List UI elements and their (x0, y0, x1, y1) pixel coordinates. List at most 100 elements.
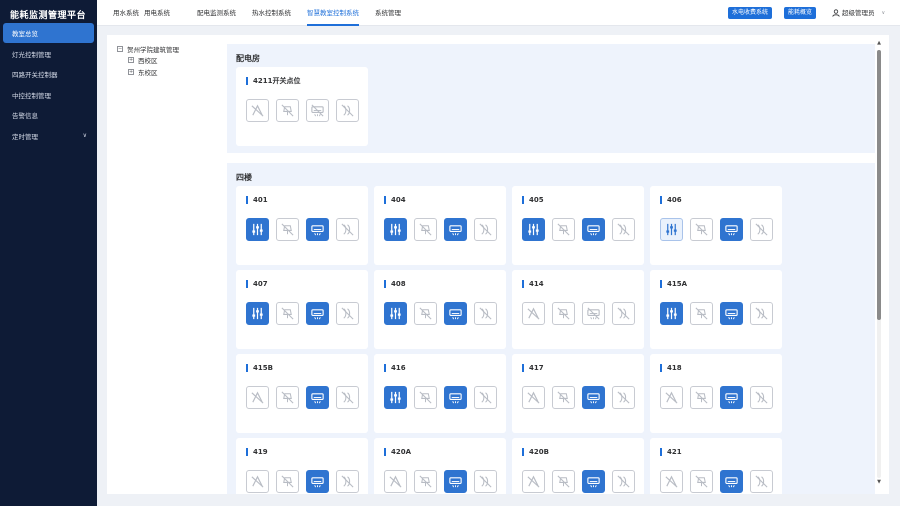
collapse-icon[interactable]: − (117, 45, 123, 52)
room-card[interactable]: 408 (374, 270, 506, 349)
dimmer-icon[interactable] (384, 302, 407, 325)
scroll-down-icon[interactable]: ▼ (875, 479, 883, 485)
dimmer-icon[interactable] (660, 218, 683, 241)
sidebar-item[interactable]: 定时管理 ∨ (3, 126, 94, 146)
tree-node-west[interactable]: + 西校区 (117, 55, 179, 67)
dimmer-icon[interactable] (522, 218, 545, 241)
lamp-off-icon[interactable] (552, 218, 575, 241)
fan-off-icon[interactable] (336, 218, 359, 241)
energy-overview-button[interactable]: 能耗概览 (784, 7, 817, 19)
dimmer-icon[interactable] (384, 470, 407, 493)
air-conditioner-icon[interactable] (582, 218, 605, 241)
air-conditioner-icon[interactable] (444, 302, 467, 325)
room-card[interactable]: 414 (512, 270, 644, 349)
lamp-off-icon[interactable] (552, 302, 575, 325)
lamp-off-icon[interactable] (552, 470, 575, 493)
room-card[interactable]: 406 (650, 186, 782, 265)
fan-off-icon[interactable] (750, 386, 773, 409)
dimmer-icon[interactable] (660, 386, 683, 409)
dimmer-icon[interactable] (246, 218, 269, 241)
lamp-off-icon[interactable] (276, 99, 299, 122)
lamp-off-icon[interactable] (276, 218, 299, 241)
fan-off-icon[interactable] (474, 470, 497, 493)
air-conditioner-icon[interactable] (720, 470, 743, 493)
lamp-off-icon[interactable] (414, 470, 437, 493)
lamp-off-icon[interactable] (276, 386, 299, 409)
air-conditioner-icon[interactable] (720, 302, 743, 325)
lamp-off-icon[interactable] (276, 302, 299, 325)
fan-off-icon[interactable] (750, 302, 773, 325)
dimmer-icon[interactable] (384, 218, 407, 241)
room-card[interactable]: 407 (236, 270, 368, 349)
room-card[interactable]: 404 (374, 186, 506, 265)
nav-tab[interactable]: 智慧教室控制系统 (307, 0, 359, 26)
room-card[interactable]: 401 (236, 186, 368, 265)
sidebar-item[interactable]: 告警信息 (3, 105, 94, 125)
dimmer-icon[interactable] (522, 302, 545, 325)
fan-off-icon[interactable] (612, 302, 635, 325)
air-conditioner-icon[interactable] (582, 386, 605, 409)
room-card[interactable]: 416 (374, 354, 506, 433)
air-conditioner-icon[interactable] (306, 386, 329, 409)
dimmer-icon[interactable] (246, 302, 269, 325)
room-card[interactable]: 420B (512, 438, 644, 494)
sidebar-item[interactable]: 灯光控制管理 (3, 44, 94, 64)
room-card[interactable]: 4211开关点位 (236, 67, 368, 146)
fan-off-icon[interactable] (474, 218, 497, 241)
lamp-off-icon[interactable] (414, 386, 437, 409)
lamp-off-icon[interactable] (414, 302, 437, 325)
fan-off-icon[interactable] (474, 302, 497, 325)
lamp-off-icon[interactable] (690, 218, 713, 241)
dimmer-icon[interactable] (522, 386, 545, 409)
dimmer-icon[interactable] (660, 302, 683, 325)
lamp-off-icon[interactable] (276, 470, 299, 493)
fan-off-icon[interactable] (336, 470, 359, 493)
air-conditioner-icon[interactable] (582, 302, 605, 325)
lamp-off-icon[interactable] (414, 218, 437, 241)
room-card[interactable]: 417 (512, 354, 644, 433)
scroll-thumb[interactable] (877, 50, 881, 320)
air-conditioner-icon[interactable] (306, 302, 329, 325)
scrollbar[interactable]: ▲ ▼ (875, 35, 883, 494)
air-conditioner-icon[interactable] (582, 470, 605, 493)
fan-off-icon[interactable] (612, 470, 635, 493)
nav-tab[interactable]: 配电监测系统 (197, 0, 236, 26)
room-card[interactable]: 405 (512, 186, 644, 265)
dimmer-icon[interactable] (522, 470, 545, 493)
dimmer-icon[interactable] (246, 470, 269, 493)
nav-tab[interactable]: 用电系统 (144, 0, 170, 26)
sidebar-item[interactable]: 中控控制管理 (3, 85, 94, 105)
air-conditioner-icon[interactable] (306, 99, 329, 122)
air-conditioner-icon[interactable] (306, 470, 329, 493)
room-card[interactable]: 418 (650, 354, 782, 433)
air-conditioner-icon[interactable] (444, 218, 467, 241)
tree-node-east[interactable]: + 东校区 (117, 66, 179, 78)
nav-tab[interactable]: 用水系统 (113, 0, 139, 26)
air-conditioner-icon[interactable] (306, 218, 329, 241)
fan-off-icon[interactable] (336, 386, 359, 409)
fan-off-icon[interactable] (612, 386, 635, 409)
dimmer-icon[interactable] (384, 386, 407, 409)
fan-off-icon[interactable] (750, 470, 773, 493)
fan-off-icon[interactable] (336, 302, 359, 325)
user-menu[interactable]: 超级管理员 ∨ (832, 7, 885, 19)
lamp-off-icon[interactable] (690, 386, 713, 409)
sidebar-item[interactable]: 四路开关控制器 (3, 64, 94, 84)
nav-tab[interactable]: 系统管理 (375, 0, 401, 26)
scroll-up-icon[interactable]: ▲ (875, 40, 883, 46)
dimmer-icon[interactable] (246, 99, 269, 122)
fan-off-icon[interactable] (474, 386, 497, 409)
nav-tab[interactable]: 热水控制系统 (252, 0, 291, 26)
fan-off-icon[interactable] (336, 99, 359, 122)
fan-off-icon[interactable] (612, 218, 635, 241)
room-card[interactable]: 421 (650, 438, 782, 494)
air-conditioner-icon[interactable] (720, 218, 743, 241)
fan-off-icon[interactable] (750, 218, 773, 241)
room-card[interactable]: 419 (236, 438, 368, 494)
billing-system-button[interactable]: 水电收费系统 (728, 7, 773, 19)
sidebar-item[interactable]: 教室总览 (3, 23, 94, 43)
expand-icon[interactable]: + (128, 57, 134, 64)
air-conditioner-icon[interactable] (444, 386, 467, 409)
room-card[interactable]: 415A (650, 270, 782, 349)
dimmer-icon[interactable] (660, 470, 683, 493)
